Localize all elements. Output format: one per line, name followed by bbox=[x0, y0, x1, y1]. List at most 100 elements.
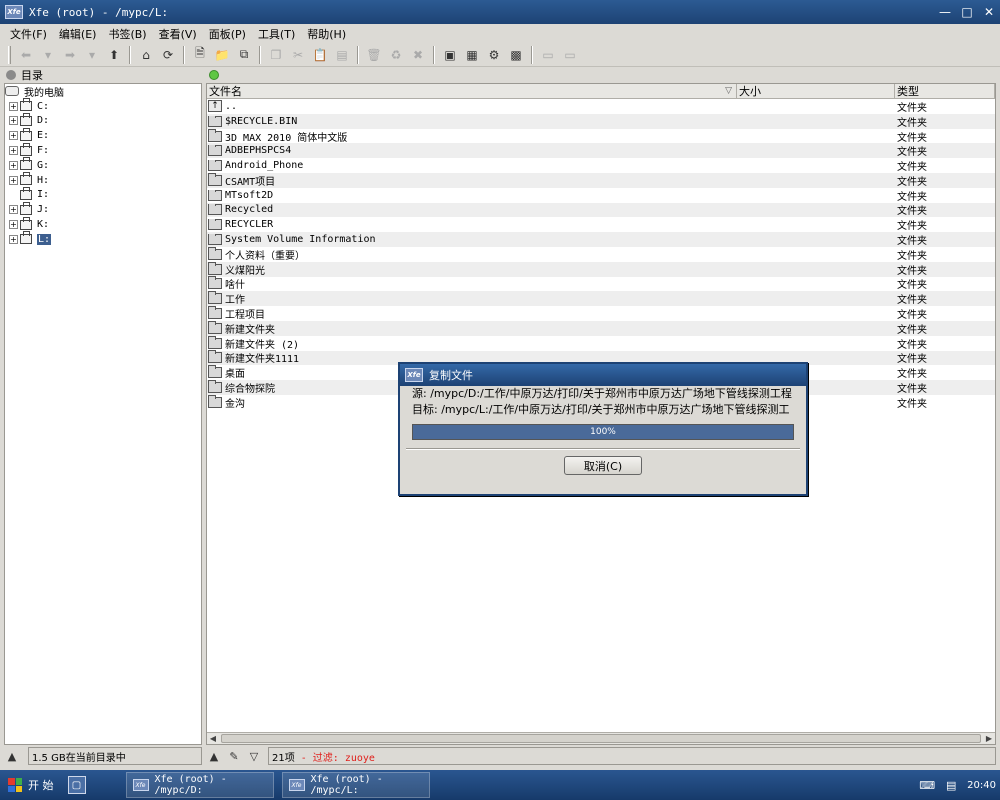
expand-icon[interactable]: + bbox=[9, 146, 18, 156]
search-tool-icon[interactable]: ▦ bbox=[462, 45, 482, 65]
one-panel-icon[interactable]: ▭ bbox=[538, 45, 558, 65]
expand-icon[interactable]: + bbox=[9, 205, 18, 215]
back-arrow-icon[interactable]: ⬅ bbox=[16, 45, 36, 65]
expand-icon[interactable]: + bbox=[9, 234, 18, 244]
filter-icon[interactable]: ▽ bbox=[246, 748, 262, 764]
file-row[interactable]: 3D MAX 2010 简体中文版 文件夹 bbox=[207, 128, 995, 144]
expand-icon[interactable]: + bbox=[9, 116, 18, 126]
expand-icon[interactable]: + bbox=[9, 220, 18, 230]
tree-item-drive[interactable]: + J: bbox=[5, 201, 201, 217]
scrollbar-thumb[interactable] bbox=[221, 734, 981, 743]
file-row[interactable]: 新建文件夹 (2) 文件夹 bbox=[207, 335, 995, 351]
column-header-size[interactable]: 大小 bbox=[737, 84, 895, 98]
scroll-right-icon[interactable]: ▶ bbox=[983, 734, 995, 743]
forward-history-icon[interactable]: ▾ bbox=[82, 45, 102, 65]
properties-icon[interactable]: ▤ bbox=[332, 45, 352, 65]
close-icon[interactable]: ✕ bbox=[978, 3, 1000, 21]
user-status-icon[interactable]: ▲ bbox=[206, 748, 222, 764]
tree-item-drive[interactable]: I: bbox=[5, 186, 201, 203]
file-row[interactable]: RECYCLER 文件夹 bbox=[207, 217, 995, 232]
new-file-icon[interactable]: 🗎 bbox=[190, 45, 210, 65]
restore-icon[interactable]: ♻ bbox=[386, 45, 406, 65]
file-row[interactable]: 个人资料（重要） 文件夹 bbox=[207, 246, 995, 262]
tree-root[interactable]: 我的电脑 bbox=[5, 84, 201, 99]
home-icon[interactable]: ⌂ bbox=[136, 45, 156, 65]
expand-icon[interactable]: + bbox=[9, 101, 18, 111]
menu-help[interactable]: 帮助(H) bbox=[301, 26, 352, 42]
terminal-icon[interactable]: ▩ bbox=[506, 45, 526, 65]
network-icon[interactable]: ▤ bbox=[943, 778, 959, 792]
file-name: MTsoft2D bbox=[225, 189, 274, 201]
paste-icon[interactable]: 📋 bbox=[310, 45, 330, 65]
delete-icon[interactable]: ✖ bbox=[408, 45, 428, 65]
dialog-title-bar[interactable]: Xfe 复制文件 bbox=[400, 364, 806, 386]
file-row[interactable]: $RECYCLE.BIN 文件夹 bbox=[207, 113, 995, 129]
menu-tools[interactable]: 工具(T) bbox=[252, 26, 301, 42]
file-name: 义煤阳光 bbox=[225, 265, 265, 277]
trash-icon[interactable]: 🗑 bbox=[364, 45, 384, 65]
file-row[interactable]: 新建文件夹 文件夹 bbox=[207, 320, 995, 336]
scroll-left-icon[interactable]: ◀ bbox=[207, 734, 219, 743]
refresh-icon[interactable]: ⟳ bbox=[158, 45, 178, 65]
minimize-icon[interactable]: — bbox=[934, 3, 956, 21]
file-row[interactable]: System Volume Information 文件夹 bbox=[207, 232, 995, 247]
folder-icon bbox=[208, 335, 222, 349]
menu-file[interactable]: 文件(F) bbox=[4, 26, 53, 42]
file-row[interactable]: Android_Phone 文件夹 bbox=[207, 158, 995, 173]
taskbar-item-xfe-d[interactable]: Xfe Xfe (root) - /mypc/D: bbox=[125, 772, 274, 798]
file-row[interactable]: 工作 文件夹 bbox=[207, 291, 995, 306]
xfe-tool-icon[interactable]: ▣ bbox=[440, 45, 460, 65]
back-history-icon[interactable]: ▾ bbox=[38, 45, 58, 65]
edit-status-icon[interactable]: ✎ bbox=[226, 748, 242, 764]
forward-arrow-icon[interactable]: ➡ bbox=[60, 45, 80, 65]
menu-panel[interactable]: 面板(P) bbox=[203, 26, 252, 42]
file-row[interactable]: MTsoft2D 文件夹 bbox=[207, 188, 995, 203]
new-window-icon[interactable]: ⧉ bbox=[234, 45, 254, 65]
tree-item-drive[interactable]: + D: bbox=[5, 112, 201, 129]
file-type-cell: 文件夹 bbox=[897, 102, 927, 114]
tree-item-drive[interactable]: + E: bbox=[5, 127, 201, 143]
column-header-name[interactable]: 文件名 ▽ bbox=[207, 84, 737, 98]
file-row[interactable]: CSAMT项目 文件夹 bbox=[207, 172, 995, 188]
tree-item-drive[interactable]: + F: bbox=[5, 142, 201, 158]
file-name: CSAMT项目 bbox=[225, 176, 276, 188]
file-row[interactable]: Recycled 文件夹 bbox=[207, 202, 995, 217]
two-panel-icon[interactable]: ▭ bbox=[560, 45, 580, 65]
keyboard-icon[interactable]: ⌨ bbox=[919, 778, 935, 792]
file-row[interactable]: 啥什 文件夹 bbox=[207, 276, 995, 291]
copy-icon[interactable]: ❐ bbox=[266, 45, 286, 65]
tree-item-drive[interactable]: + H: bbox=[5, 172, 201, 188]
file-row[interactable]: 工程项目 文件夹 bbox=[207, 306, 995, 321]
file-row[interactable]: ↑.. 文件夹 bbox=[207, 99, 995, 114]
expand-icon[interactable]: + bbox=[9, 131, 18, 141]
cut-icon[interactable]: ✂ bbox=[288, 45, 308, 65]
expand-icon[interactable]: + bbox=[9, 175, 18, 185]
maximize-icon[interactable]: □ bbox=[956, 3, 978, 21]
file-row[interactable]: ADBEPHSPCS4 文件夹 bbox=[207, 143, 995, 158]
toolbar-grip[interactable] bbox=[8, 45, 11, 64]
show-desktop-icon[interactable]: ▢ bbox=[67, 776, 86, 794]
tree-item-drive[interactable]: + G: bbox=[5, 157, 201, 173]
expand-icon[interactable]: + bbox=[9, 160, 18, 170]
menu-view[interactable]: 查看(V) bbox=[153, 26, 203, 42]
horizontal-scrollbar[interactable]: ◀ ▶ bbox=[207, 732, 995, 744]
column-header-type[interactable]: 类型 bbox=[895, 84, 995, 98]
up-arrow-icon[interactable]: ⬆ bbox=[104, 45, 124, 65]
directory-tree[interactable]: 我的电脑 + C: + D: + E: + F: + G: + H: I: + J: + K: + L: bbox=[4, 83, 202, 745]
file-name-cell: 3D MAX 2010 简体中文版 bbox=[207, 128, 737, 144]
new-folder-icon[interactable]: 📁 bbox=[212, 45, 232, 65]
file-row[interactable]: 义煤阳光 文件夹 bbox=[207, 261, 995, 277]
tree-item-drive[interactable]: + K: bbox=[5, 216, 201, 232]
settings-gear-icon[interactable]: ⚙ bbox=[484, 45, 504, 65]
start-button[interactable]: 开 始 bbox=[0, 772, 62, 798]
folder-icon bbox=[208, 160, 222, 172]
tree-item-drive[interactable]: + C: bbox=[5, 98, 201, 114]
cancel-button[interactable]: 取消(C) bbox=[564, 456, 642, 475]
menu-edit[interactable]: 编辑(E) bbox=[53, 26, 103, 42]
tree-item-drive[interactable]: + L: bbox=[5, 231, 201, 247]
taskbar-item-xfe-l[interactable]: Xfe Xfe (root) - /mypc/L: bbox=[281, 772, 430, 798]
file-name-cell: ↑.. bbox=[207, 100, 737, 113]
menu-bookmarks[interactable]: 书签(B) bbox=[102, 26, 152, 42]
clock[interactable]: 20:40 bbox=[967, 780, 996, 791]
drive-label: F: bbox=[37, 145, 50, 157]
